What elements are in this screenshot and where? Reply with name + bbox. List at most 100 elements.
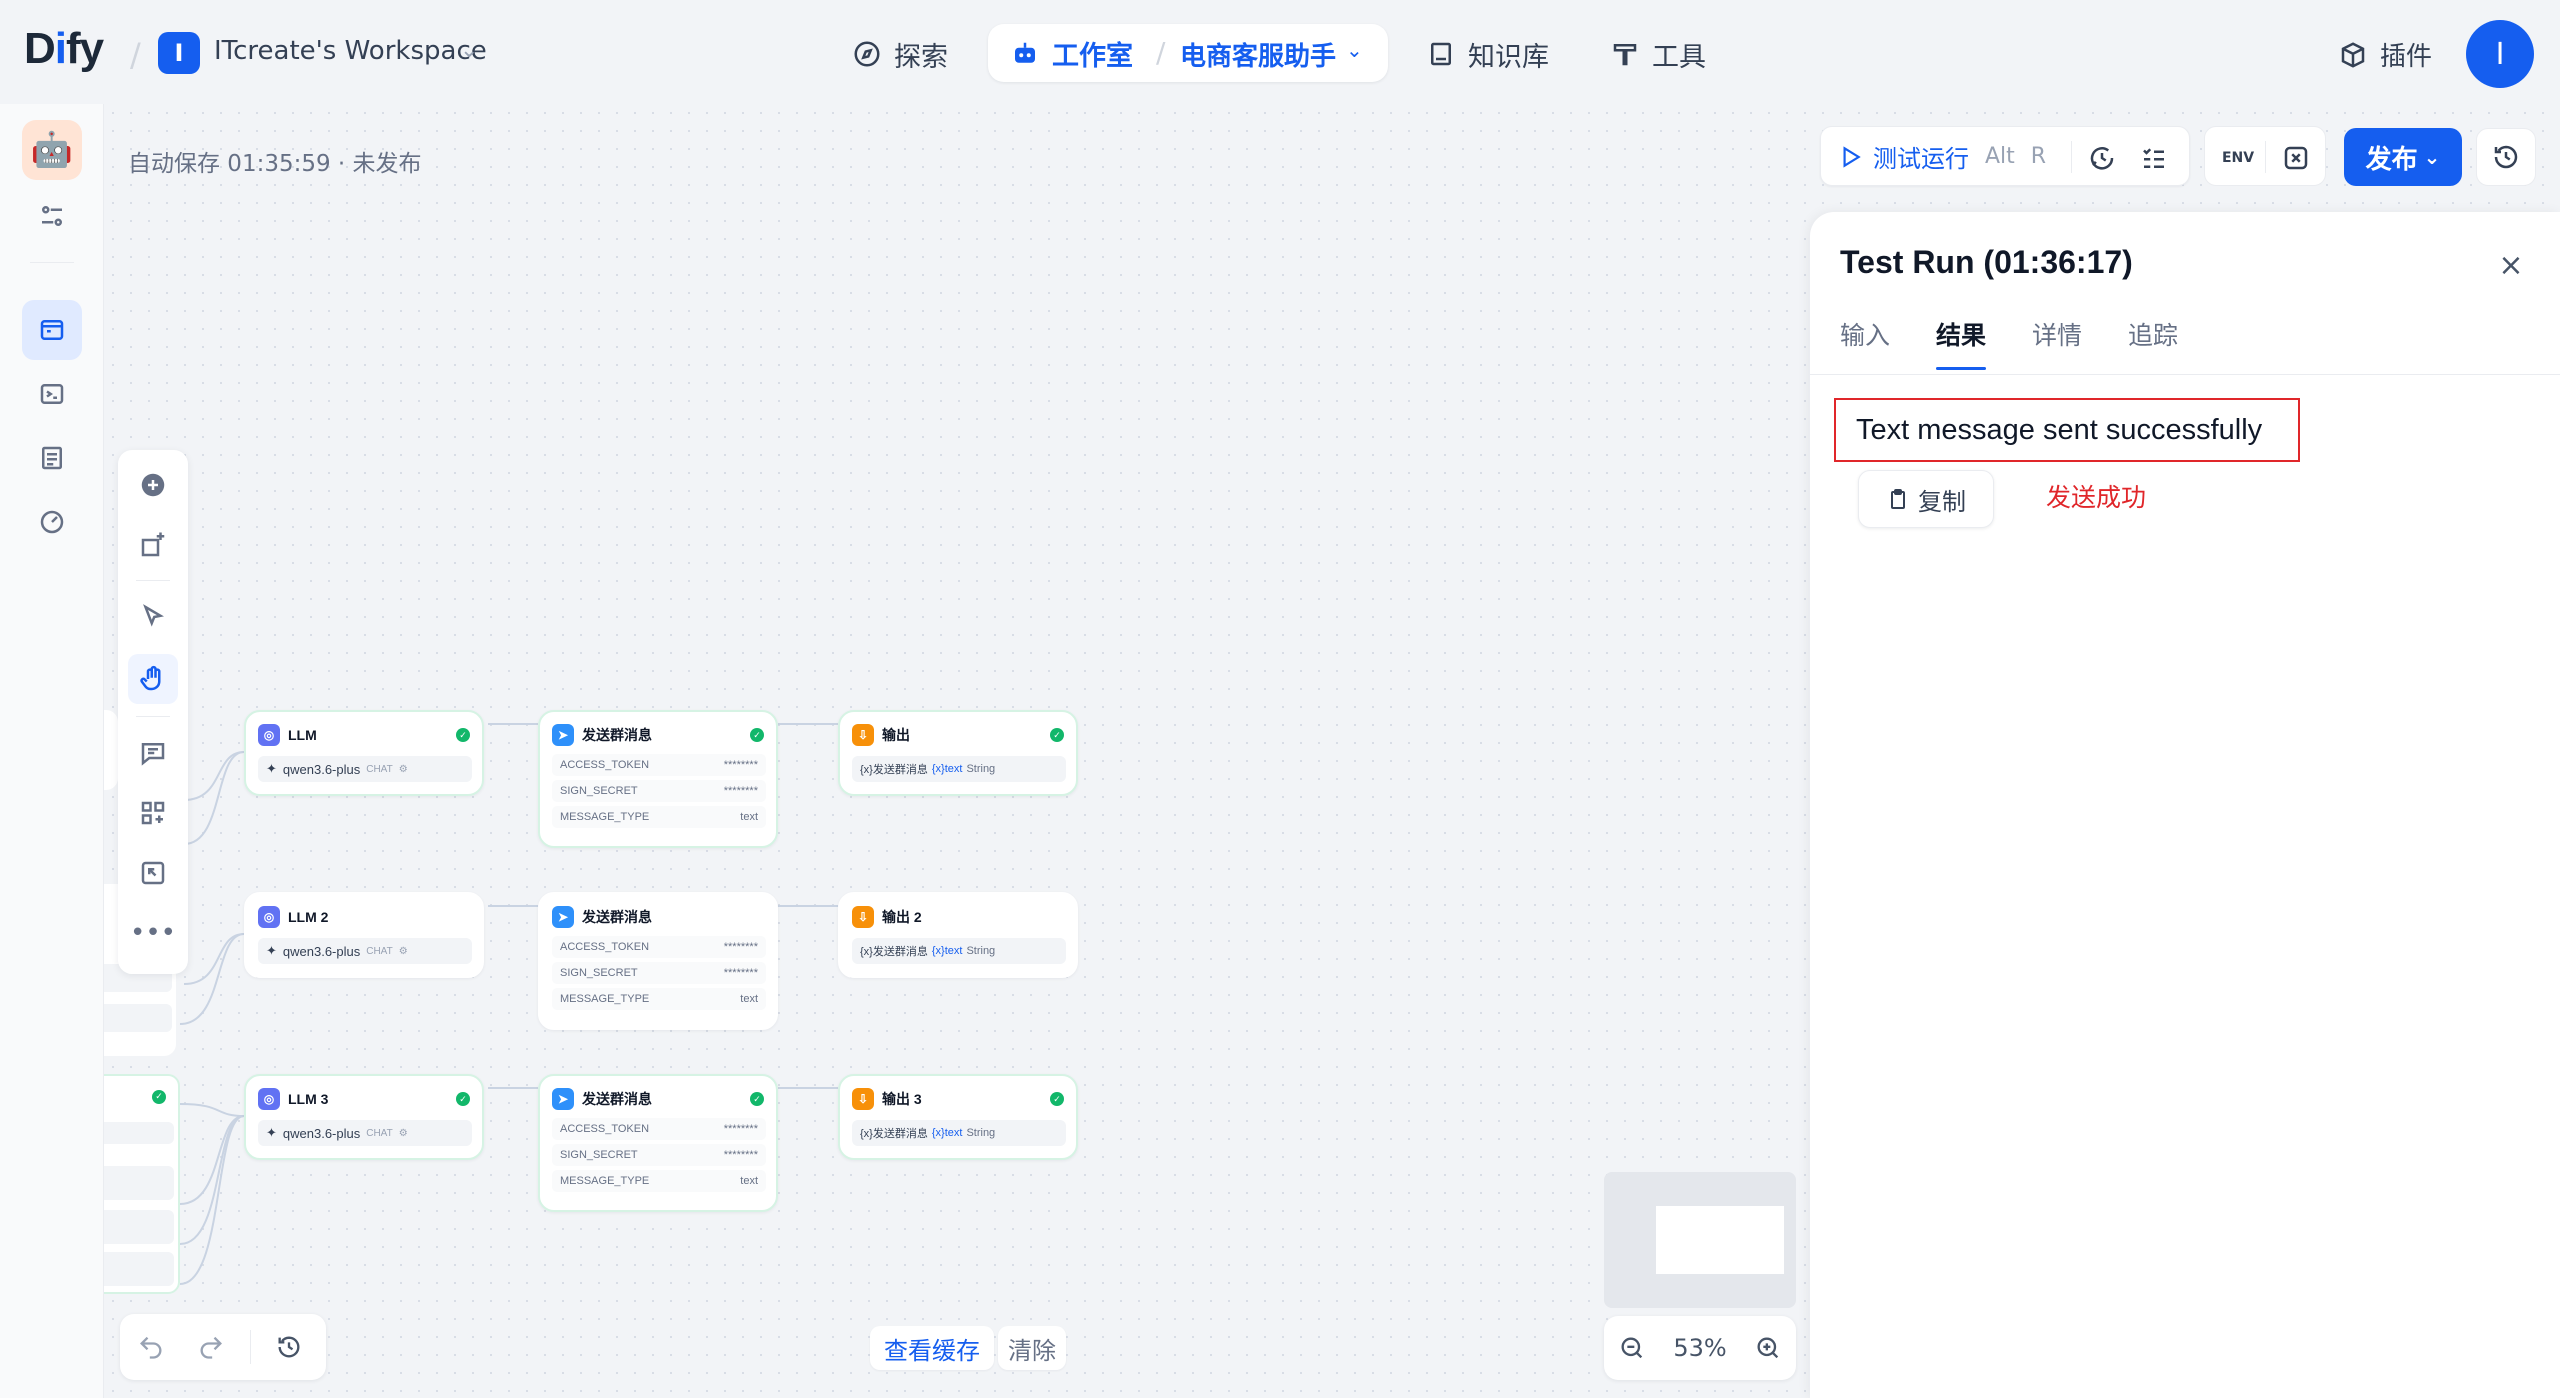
- nav-explore[interactable]: 探索: [852, 30, 948, 78]
- check-icon: ✓: [750, 1092, 764, 1106]
- output-icon: ⇩: [852, 1088, 874, 1110]
- tab-detail[interactable]: 详情: [2032, 316, 2082, 370]
- run-history-icon[interactable]: [2085, 141, 2119, 175]
- breadcrumb-divider: /: [1156, 36, 1166, 69]
- output-node[interactable]: ⇩ 输出 2 {x}发送群消息 {x}text String: [838, 892, 1078, 978]
- param-row: SIGN_SECRET ********: [552, 780, 766, 802]
- close-icon[interactable]: ×: [2496, 248, 2526, 283]
- zoom-out-icon[interactable]: [1618, 1334, 1646, 1362]
- minimap[interactable]: [1604, 1172, 1796, 1308]
- document-icon: [42, 446, 62, 470]
- nav-studio[interactable]: 工作室 / 电商客服助手 ⌄: [988, 24, 1388, 82]
- output-node[interactable]: ⇩ 输出 3 ✓ {x}发送群消息 {x}text String: [838, 1074, 1078, 1160]
- play-icon: [1843, 145, 1861, 168]
- sidebar-item-orchestrate[interactable]: [22, 300, 82, 360]
- panel-tabs: 输入 结果 详情 追踪: [1840, 316, 2178, 370]
- conversation-variable-icon[interactable]: [2279, 141, 2313, 175]
- cube-icon: [2341, 41, 2365, 68]
- node-title: 发送群消息: [582, 909, 652, 925]
- clipboard-icon: [1891, 489, 1905, 509]
- nav-plugins[interactable]: 插件: [2338, 36, 2432, 73]
- sidebar-item-api[interactable]: [22, 364, 82, 424]
- model-selector[interactable]: ✦ qwen3.6-plus CHAT ⚙: [258, 1120, 472, 1146]
- add-node-icon[interactable]: [128, 460, 178, 510]
- output-node[interactable]: ⇩ 输出 ✓ {x}发送群消息 {x}text String: [838, 710, 1078, 796]
- param-row: MESSAGE_TYPE text: [552, 806, 766, 828]
- copy-button[interactable]: 复制: [1858, 470, 1994, 528]
- history-icon[interactable]: [268, 1326, 310, 1368]
- node-title: 发送群消息: [582, 727, 652, 743]
- param-row: ACCESS_TOKEN ********: [552, 1118, 766, 1140]
- model-icon: ✦: [266, 1125, 277, 1140]
- model-selector[interactable]: ✦ qwen3.6-plus CHAT ⚙: [258, 756, 472, 782]
- llm-node[interactable]: ◎ LLM ✓ ✦ qwen3.6-plus CHAT ⚙: [244, 710, 484, 796]
- dify-logo[interactable]: Dify: [24, 24, 104, 74]
- test-run-button[interactable]: 测试运行 Alt R: [1837, 139, 2046, 174]
- send-message-node[interactable]: ➤ 发送群消息 ACCESS_TOKEN ******** SIGN_SECRET *…: [538, 892, 778, 1030]
- sidebar-item-monitor[interactable]: [22, 492, 82, 552]
- test-run-panel: Test Run (01:36:17) × 输入 结果 详情 追踪 Text m…: [1810, 212, 2560, 1398]
- send-icon: ➤: [552, 1088, 574, 1110]
- edge: [179, 933, 245, 1025]
- classifier-node-stub[interactable]: ✓: [104, 1074, 180, 1294]
- zoom-level[interactable]: 53%: [1673, 1334, 1726, 1362]
- pointer-icon[interactable]: [128, 592, 178, 642]
- redo-icon[interactable]: [190, 1326, 232, 1368]
- settings-icon: ⚙: [398, 1127, 408, 1139]
- llm-node[interactable]: ◎ LLM 2 ✦ qwen3.6-plus CHAT ⚙: [244, 892, 484, 978]
- app-robot-icon[interactable]: 🤖: [22, 120, 82, 180]
- app-name[interactable]: 电商客服助手: [1180, 36, 1336, 73]
- param-row: SIGN_SECRET ********: [552, 1144, 766, 1166]
- undo-icon[interactable]: [130, 1326, 172, 1368]
- check-icon: ✓: [750, 728, 764, 742]
- node-title: LLM 3: [288, 1091, 329, 1107]
- settings-sliders-icon[interactable]: [22, 186, 82, 246]
- nav-studio-label: 工作室: [1052, 41, 1133, 72]
- history-icon: [2494, 145, 2518, 169]
- comment-icon[interactable]: [128, 728, 178, 778]
- version-history-button[interactable]: [2476, 128, 2536, 186]
- tab-input[interactable]: 输入: [1840, 316, 1890, 370]
- tab-result[interactable]: 结果: [1936, 316, 1987, 370]
- settings-icon: ⚙: [398, 763, 408, 775]
- param-row: SIGN_SECRET ********: [552, 962, 766, 984]
- toolbar-divider: [2071, 141, 2072, 173]
- more-icon[interactable]: •••: [128, 908, 178, 958]
- add-note-icon[interactable]: [128, 520, 178, 570]
- check-icon: ✓: [1050, 728, 1064, 742]
- env-icon[interactable]: ENV: [2221, 141, 2255, 175]
- send-message-node[interactable]: ➤ 发送群消息 ✓ ACCESS_TOKEN ******** SIGN_SECRE…: [538, 1074, 778, 1212]
- publish-button[interactable]: 发布 ⌄: [2344, 128, 2462, 186]
- minimap-viewport[interactable]: [1656, 1206, 1784, 1274]
- chevron-down-icon[interactable]: ⌄: [460, 38, 478, 63]
- chevron-down-icon[interactable]: ⌄: [1346, 38, 1363, 62]
- zoom-in-icon[interactable]: [1754, 1334, 1782, 1362]
- model-icon: ✦: [266, 943, 277, 958]
- send-message-node[interactable]: ➤ 发送群消息 ✓ ACCESS_TOKEN ******** SIGN_SECRE…: [538, 710, 778, 848]
- layout-grid-icon[interactable]: [128, 788, 178, 838]
- hand-icon[interactable]: [128, 654, 178, 704]
- tab-trace[interactable]: 追踪: [2128, 316, 2178, 370]
- workspace-badge[interactable]: I: [158, 32, 200, 74]
- tab-divider: [1810, 374, 2560, 375]
- node-title: LLM 2: [288, 909, 329, 925]
- view-cache-button[interactable]: 查看缓存: [870, 1326, 994, 1370]
- edge: [179, 1115, 245, 1205]
- shortcut-key: Alt: [1985, 144, 2015, 169]
- maximize-icon[interactable]: [128, 848, 178, 898]
- clear-button[interactable]: 清除: [998, 1326, 1066, 1370]
- sidebar-item-logs[interactable]: [22, 428, 82, 488]
- nav-knowledge[interactable]: 知识库: [1426, 30, 1549, 78]
- edge: [183, 751, 245, 801]
- start-node-stub[interactable]: [104, 710, 118, 790]
- user-avatar[interactable]: I: [2466, 20, 2534, 88]
- zoom-controls: 53%: [1604, 1316, 1796, 1380]
- llm-icon: ◎: [258, 906, 280, 928]
- checklist-icon[interactable]: [2137, 141, 2171, 175]
- nav-tools[interactable]: 工具: [1610, 30, 1706, 78]
- workspace-name[interactable]: ITcreate's Workspace: [214, 36, 487, 66]
- robot-icon: [1015, 42, 1035, 63]
- node-title: 输出: [882, 727, 910, 743]
- llm-node[interactable]: ◎ LLM 3 ✓ ✦ qwen3.6-plus CHAT ⚙: [244, 1074, 484, 1160]
- model-selector[interactable]: ✦ qwen3.6-plus CHAT ⚙: [258, 938, 472, 964]
